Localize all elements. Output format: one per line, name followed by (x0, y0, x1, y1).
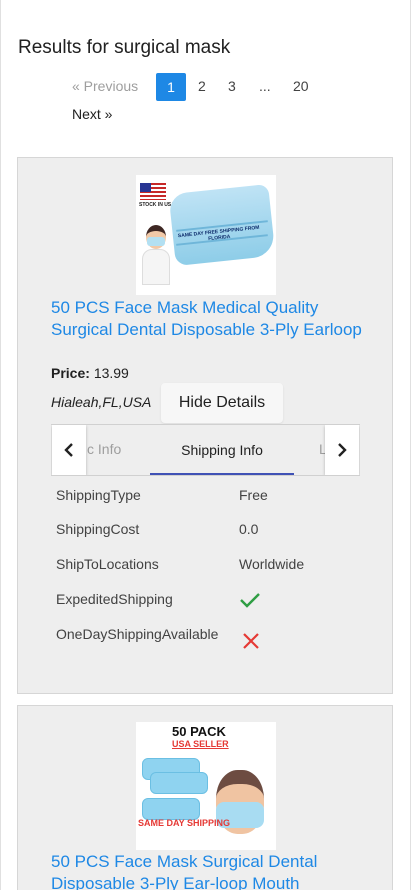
detail-row: ShipToLocations Worldwide (56, 556, 356, 578)
detail-key: OneDayShippingAvailable (56, 626, 219, 642)
pack-text: 50 PACK (172, 724, 226, 739)
hide-details-button[interactable]: Hide Details (161, 383, 283, 423)
cross-icon (242, 632, 260, 653)
location: Hialeah,FL,USA (51, 394, 152, 410)
detail-row: ShippingCost 0.0 (56, 521, 356, 543)
detail-value: 0.0 (239, 521, 259, 537)
product-card: 50 PACK USA SELLER SAME DAY SHIPPING 50 … (17, 705, 393, 890)
detail-key: ExpeditedShipping (56, 591, 173, 607)
check-icon (239, 591, 261, 612)
tab-basic-info[interactable]: c Info (87, 441, 121, 457)
detail-value: Free (239, 487, 268, 503)
product-title-link[interactable]: 50 PCS Face Mask Medical Quality Surgica… (51, 297, 371, 341)
product-title-link[interactable]: 50 PCS Face Mask Surgical Dental Disposa… (51, 851, 371, 890)
product-card: STOCK IN USA SAME DAY FREE SHIPPING FROM… (17, 157, 393, 694)
same-day-text: SAME DAY SHIPPING (138, 818, 231, 828)
mask-graphic (150, 772, 208, 794)
detail-key: ShippingCost (56, 521, 140, 537)
price-label: Price: (51, 365, 90, 381)
page-3-button[interactable]: 3 (228, 78, 236, 94)
seller-text: USA SELLER (172, 739, 229, 749)
product-image[interactable]: STOCK IN USA SAME DAY FREE SHIPPING FROM… (136, 175, 276, 295)
page-ellipsis: ... (259, 78, 271, 94)
detail-value: Worldwide (239, 556, 305, 572)
price-value: 13.99 (93, 365, 129, 381)
detail-key: ShipToLocations (56, 556, 159, 572)
page-1-button[interactable]: 1 (156, 73, 186, 101)
next-page-button[interactable]: Next » (72, 106, 112, 122)
page-2-button[interactable]: 2 (198, 78, 206, 94)
detail-key: ShippingType (56, 487, 141, 503)
detail-row: ShippingType Free (56, 487, 356, 509)
person-body (142, 249, 170, 285)
us-flag-icon (140, 183, 166, 200)
person-mask (147, 237, 165, 246)
detail-row: ExpeditedShipping (56, 591, 356, 613)
previous-page-button[interactable]: « Previous (72, 78, 138, 94)
detail-row: OneDayShippingAvailable (56, 626, 356, 649)
person-graphic (142, 225, 170, 285)
pagination: « Previous 1 2 3 ... 20 (60, 73, 360, 101)
details-tabs: c Info Shipping Info L (51, 424, 360, 476)
price: Price: 13.99 (51, 365, 129, 381)
page-20-button[interactable]: 20 (293, 78, 309, 94)
tab-shipping-info[interactable]: Shipping Info (150, 425, 294, 475)
chevron-left-icon[interactable] (52, 425, 86, 475)
mask-graphic (142, 798, 200, 820)
product-image[interactable]: 50 PACK USA SELLER SAME DAY SHIPPING (136, 722, 276, 850)
chevron-right-icon[interactable] (325, 425, 359, 475)
results-title: Results for surgical mask (18, 37, 231, 58)
